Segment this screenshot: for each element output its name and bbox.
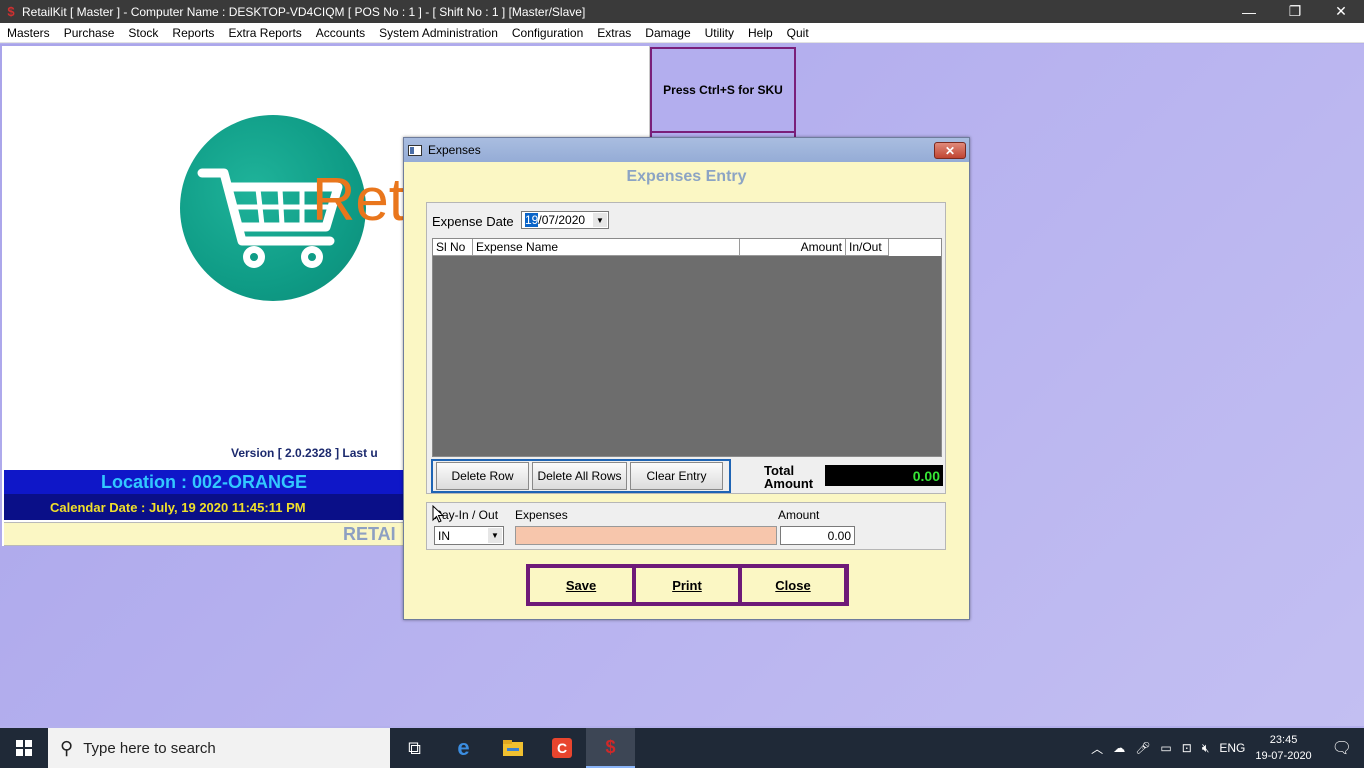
clock-date: 19-07-2020: [1255, 750, 1312, 762]
network-icon[interactable]: ⊡: [1182, 741, 1192, 755]
chevron-up-icon[interactable]: ︿: [1091, 740, 1103, 757]
expense-date-picker[interactable]: 19 /07/2020 ▼: [521, 211, 609, 229]
file-explorer-icon[interactable]: [488, 728, 537, 768]
search-placeholder: Type here to search: [83, 739, 216, 757]
app-icon: $: [7, 4, 15, 19]
clock[interactable]: 23:45 19-07-2020: [1255, 732, 1311, 764]
action-buttons: Save Print Close: [526, 564, 849, 606]
edge-icon[interactable]: e: [439, 728, 488, 768]
location-bar: Location : 002-ORANGE: [4, 470, 404, 494]
expenses-input[interactable]: [515, 526, 777, 545]
save-button[interactable]: Save: [530, 568, 632, 602]
calendar-date-bar: Calendar Date : July, 19 2020 11:45:11 P…: [4, 494, 404, 520]
menu-stock[interactable]: Stock: [121, 26, 165, 40]
dialog-title: Expenses: [428, 143, 481, 157]
minimize-button[interactable]: —: [1226, 4, 1272, 20]
menu-purchase[interactable]: Purchase: [57, 26, 122, 40]
windows-icon: [16, 740, 32, 756]
expense-date-label: Expense Date: [432, 214, 514, 229]
menu-quit[interactable]: Quit: [780, 26, 816, 40]
battery-icon[interactable]: ▭: [1160, 741, 1171, 755]
grid-header: Sl No Expense Name Amount In/Out: [433, 239, 941, 256]
chevron-down-icon[interactable]: ▼: [593, 213, 607, 227]
close-window-button[interactable]: ✕: [1318, 3, 1364, 20]
menu-utility[interactable]: Utility: [698, 26, 741, 40]
task-view-icon[interactable]: ⧉: [390, 728, 439, 768]
expenses-label: Expenses: [515, 508, 568, 522]
chevron-down-icon[interactable]: ▼: [488, 528, 502, 543]
print-button[interactable]: Print: [636, 568, 738, 602]
col-expense-name[interactable]: Expense Name: [473, 239, 740, 256]
dialog-title-bar: Expenses: [404, 138, 969, 162]
taskbar: ⚲ Type here to search ⧉ e C $ ︿ ☁ 🎤︎ ▭ ⊡…: [0, 728, 1364, 768]
menu-accounts[interactable]: Accounts: [309, 26, 372, 40]
app-c-icon[interactable]: C: [537, 728, 586, 768]
menu-bar: Masters Purchase Stock Reports Extra Rep…: [0, 23, 1364, 43]
col-sl-no[interactable]: Sl No: [433, 239, 473, 256]
menu-system-administration[interactable]: System Administration: [372, 26, 505, 40]
retail-banner: RETAI: [4, 522, 404, 546]
notifications-icon[interactable]: 🗨︎: [1332, 738, 1352, 758]
menu-help[interactable]: Help: [741, 26, 780, 40]
grid-buttons: Delete Row Delete All Rows Clear Entry: [431, 459, 731, 493]
expense-list-group: Expense Date 19 /07/2020 ▼ Sl No Expense…: [426, 202, 946, 494]
pay-in-out-select[interactable]: IN ▼: [434, 526, 504, 545]
dialog-close-button[interactable]: ✕: [934, 142, 966, 159]
version-label: Version [ 2.0.2328 ] Last u: [231, 446, 378, 460]
expenses-dialog: Expenses ✕ Expenses Entry Expense Date 1…: [403, 137, 970, 620]
amount-label: Amount: [778, 508, 820, 522]
expense-entry-group: Pay-In / Out Expenses Amount IN ▼ 0.00: [426, 502, 946, 550]
amount-input[interactable]: 0.00: [780, 526, 855, 545]
window-title: RetailKit [ Master ] - Computer Name : D…: [22, 4, 586, 19]
language-indicator[interactable]: ENG: [1219, 741, 1245, 755]
col-amount[interactable]: Amount: [740, 239, 846, 256]
date-selected-part: 19: [525, 213, 539, 227]
expenses-grid[interactable]: Sl No Expense Name Amount In/Out: [432, 238, 942, 457]
menu-extras[interactable]: Extras: [590, 26, 638, 40]
restore-button[interactable]: ❐: [1272, 3, 1318, 20]
delete-all-rows-button[interactable]: Delete All Rows: [532, 462, 627, 490]
menu-reports[interactable]: Reports: [165, 26, 221, 40]
menu-configuration[interactable]: Configuration: [505, 26, 590, 40]
system-tray: ︿ ☁ 🎤︎ ▭ ⊡ 🔇︎ ENG 23:45 19-07-2020 🗨︎: [1091, 732, 1364, 764]
dialog-heading: Expenses Entry: [626, 168, 747, 185]
sku-hint-button[interactable]: Press Ctrl+S for SKU: [650, 47, 796, 133]
svg-text:C: C: [556, 740, 566, 756]
menu-masters[interactable]: Masters: [0, 26, 57, 40]
col-in-out[interactable]: In/Out: [846, 239, 889, 256]
search-icon: ⚲: [60, 737, 74, 758]
date-rest-part: /07/2020: [538, 213, 586, 227]
start-button[interactable]: [0, 728, 48, 768]
pay-in-out-value: IN: [438, 528, 450, 543]
close-button[interactable]: Close: [742, 568, 844, 602]
total-amount-value: 0.00: [825, 465, 943, 486]
cloud-icon[interactable]: ☁: [1113, 741, 1125, 755]
taskbar-search[interactable]: ⚲ Type here to search: [48, 728, 390, 768]
microphone-icon[interactable]: 🎤︎: [1135, 741, 1150, 755]
window-icon: [408, 144, 422, 156]
mouse-cursor-icon: [432, 504, 445, 526]
delete-row-button[interactable]: Delete Row: [436, 462, 529, 490]
logo-text: Ret: [312, 166, 406, 233]
menu-damage[interactable]: Damage: [638, 26, 697, 40]
volume-mute-icon[interactable]: 🔇︎: [1202, 741, 1210, 756]
retailkit-icon[interactable]: $: [586, 728, 635, 768]
title-bar: $ RetailKit [ Master ] - Computer Name :…: [0, 0, 1364, 23]
clear-entry-button[interactable]: Clear Entry: [630, 462, 723, 490]
clock-time: 23:45: [1269, 734, 1298, 746]
menu-extra-reports[interactable]: Extra Reports: [221, 26, 308, 40]
total-amount-label: Total Amount: [764, 463, 814, 491]
